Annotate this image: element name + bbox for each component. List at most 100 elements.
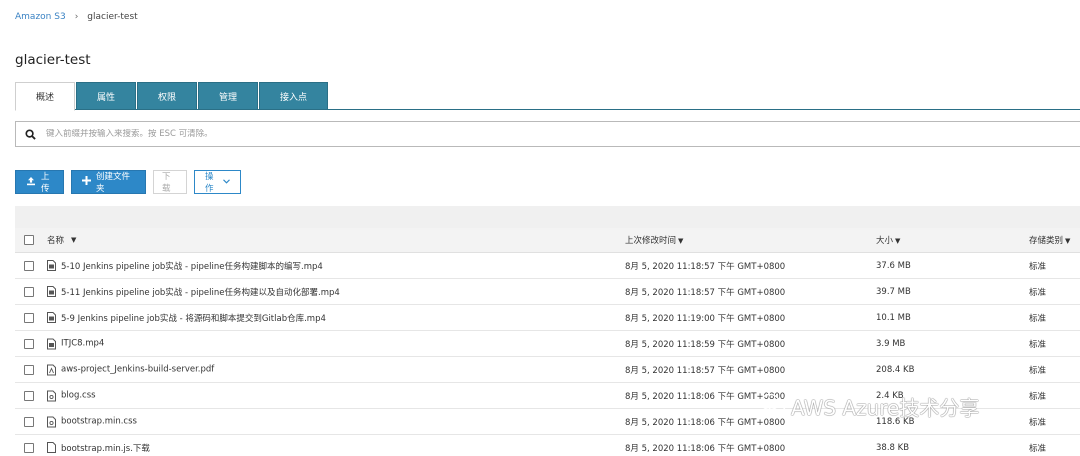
- upload-icon: [26, 176, 36, 189]
- table-row[interactable]: 5-11 Jenkins pipeline job实战 - pipeline任务…: [15, 279, 1080, 305]
- file-name-cell: bootstrap.min.css: [47, 416, 137, 427]
- storage-class-cell: 标准: [1029, 443, 1047, 454]
- code-file-icon: [47, 416, 56, 427]
- column-header-modified[interactable]: 上次修改时间 ▼: [625, 234, 683, 246]
- file-name-link[interactable]: 5-9 Jenkins pipeline job实战 - 将源码和脚本提交到Gi…: [61, 312, 326, 324]
- row-checkbox[interactable]: [24, 390, 34, 401]
- modified-cell: 8月 5, 2020 11:19:00 下午 GMT+0800: [625, 313, 786, 324]
- row-checkbox[interactable]: [24, 286, 34, 297]
- row-checkbox[interactable]: [24, 416, 34, 427]
- row-checkbox[interactable]: [24, 312, 34, 323]
- size-cell: 39.7 MB: [876, 286, 911, 297]
- tab-bar: 概述 属性 权限 管理 接入点: [15, 82, 329, 111]
- modified-cell: 8月 5, 2020 11:18:57 下午 GMT+0800: [625, 365, 786, 376]
- table-row[interactable]: 5-9 Jenkins pipeline job实战 - 将源码和脚本提交到Gi…: [15, 305, 1080, 331]
- size-cell: 10.1 MB: [876, 312, 911, 323]
- row-checkbox[interactable]: [24, 364, 34, 375]
- code-file-icon: [47, 390, 56, 401]
- modified-cell: 8月 5, 2020 11:18:06 下午 GMT+0800: [625, 391, 786, 402]
- size-cell: 37.6 MB: [876, 260, 911, 271]
- row-checkbox[interactable]: [24, 442, 34, 453]
- modified-cell: 8月 5, 2020 11:18:57 下午 GMT+0800: [625, 261, 786, 272]
- tab-divider: [15, 109, 1080, 110]
- size-cell: 118.6 KB: [876, 416, 915, 427]
- create-folder-button-label: 创建文件夹: [96, 172, 131, 194]
- size-cell: 208.4 KB: [876, 364, 915, 375]
- objects-table: 名称 ▼ 上次修改时间 ▼ 大小 ▼ 存储类别 ▼ 5-10 Jenkins pipel…: [15, 228, 1080, 456]
- column-header-name-label: 名称: [47, 236, 65, 246]
- file-name-link[interactable]: aws-project_Jenkins-build-server.pdf: [61, 365, 214, 375]
- toolbar: 上传 创建文件夹 下载 操作: [15, 170, 241, 194]
- file-name-link[interactable]: 5-10 Jenkins pipeline job实战 - pipeline任务…: [61, 260, 323, 272]
- column-header-name[interactable]: 名称 ▼: [47, 234, 76, 246]
- search-bar: [15, 121, 1080, 147]
- actions-dropdown[interactable]: 操作: [194, 170, 241, 194]
- file-name-link[interactable]: blog.css: [61, 391, 96, 401]
- file-name-link[interactable]: ITJC8.mp4: [61, 339, 104, 349]
- file-name-cell: 5-11 Jenkins pipeline job实战 - pipeline任务…: [47, 286, 340, 298]
- file-name-link[interactable]: 5-11 Jenkins pipeline job实战 - pipeline任务…: [61, 286, 340, 298]
- column-header-modified-label: 上次修改时间: [625, 236, 677, 246]
- upload-button-label: 上传: [41, 172, 50, 194]
- video-file-icon: [47, 286, 56, 297]
- sort-caret-icon: ▼: [895, 237, 901, 245]
- file-name-cell: ITJC8.mp4: [47, 338, 104, 349]
- table-row[interactable]: 5-10 Jenkins pipeline job实战 - pipeline任务…: [15, 253, 1080, 279]
- column-header-storage-class-label: 存储类别: [1029, 236, 1064, 246]
- storage-class-cell: 标准: [1029, 313, 1047, 324]
- column-header-size[interactable]: 大小 ▼: [876, 234, 900, 246]
- blank-file-icon: [47, 442, 56, 453]
- row-checkbox[interactable]: [24, 338, 34, 349]
- tab-permissions[interactable]: 权限: [137, 82, 197, 110]
- file-name-link[interactable]: bootstrap.min.js.下载: [61, 442, 150, 454]
- file-name-cell: aws-project_Jenkins-build-server.pdf: [47, 364, 214, 375]
- select-all-checkbox[interactable]: [24, 235, 34, 245]
- search-icon: [16, 128, 44, 140]
- sort-caret-icon: ▼: [71, 236, 77, 244]
- storage-class-cell: 标准: [1029, 365, 1047, 376]
- table-toolbar-strip: [15, 206, 1080, 228]
- breadcrumb: Amazon S3 › glacier-test: [15, 12, 138, 22]
- storage-class-cell: 标准: [1029, 287, 1047, 298]
- table-row[interactable]: aws-project_Jenkins-build-server.pdf 8月 …: [15, 357, 1080, 383]
- table-row[interactable]: ITJC8.mp4 8月 5, 2020 11:18:59 下午 GMT+080…: [15, 331, 1080, 357]
- table-row[interactable]: bootstrap.min.css 8月 5, 2020 11:18:06 下午…: [15, 409, 1080, 435]
- column-header-storage-class[interactable]: 存储类别 ▼: [1029, 234, 1070, 246]
- table-header-row: 名称 ▼ 上次修改时间 ▼ 大小 ▼ 存储类别 ▼: [15, 228, 1080, 253]
- tab-management[interactable]: 管理: [198, 82, 258, 110]
- file-name-cell: bootstrap.min.js.下载: [47, 442, 150, 454]
- create-folder-button[interactable]: 创建文件夹: [71, 170, 146, 194]
- download-button[interactable]: 下载: [153, 170, 187, 194]
- storage-class-cell: 标准: [1029, 261, 1047, 272]
- actions-dropdown-label: 操作: [205, 172, 214, 194]
- table-row[interactable]: blog.css 8月 5, 2020 11:18:06 下午 GMT+0800…: [15, 383, 1080, 409]
- row-checkbox[interactable]: [24, 260, 34, 271]
- storage-class-cell: 标准: [1029, 417, 1047, 428]
- video-file-icon: [47, 338, 56, 349]
- file-name-cell: blog.css: [47, 390, 96, 401]
- sort-caret-icon: ▼: [678, 237, 684, 245]
- storage-class-cell: 标准: [1029, 339, 1047, 350]
- breadcrumb-link-amazon-s3[interactable]: Amazon S3: [15, 12, 66, 22]
- size-cell: 3.9 MB: [876, 338, 906, 349]
- storage-class-cell: 标准: [1029, 391, 1047, 402]
- modified-cell: 8月 5, 2020 11:18:59 下午 GMT+0800: [625, 339, 786, 350]
- plus-icon: [82, 176, 91, 188]
- tab-properties[interactable]: 属性: [76, 82, 136, 110]
- modified-cell: 8月 5, 2020 11:18:06 下午 GMT+0800: [625, 443, 786, 454]
- breadcrumb-current: glacier-test: [87, 12, 138, 22]
- table-row[interactable]: bootstrap.min.js.下载 8月 5, 2020 11:18:06 …: [15, 435, 1080, 456]
- tab-overview[interactable]: 概述: [15, 82, 75, 111]
- column-header-size-label: 大小: [876, 236, 894, 246]
- search-input[interactable]: [44, 129, 1080, 139]
- tab-access-points[interactable]: 接入点: [259, 82, 328, 110]
- modified-cell: 8月 5, 2020 11:18:06 下午 GMT+0800: [625, 417, 786, 428]
- file-name-cell: 5-9 Jenkins pipeline job实战 - 将源码和脚本提交到Gi…: [47, 312, 326, 324]
- pdf-file-icon: [47, 364, 56, 375]
- size-cell: 2.4 KB: [876, 390, 904, 401]
- file-name-link[interactable]: bootstrap.min.css: [61, 417, 137, 427]
- upload-button[interactable]: 上传: [15, 170, 64, 194]
- page-title: glacier-test: [15, 52, 91, 68]
- sort-caret-icon: ▼: [1065, 237, 1071, 245]
- breadcrumb-separator-icon: ›: [74, 12, 79, 22]
